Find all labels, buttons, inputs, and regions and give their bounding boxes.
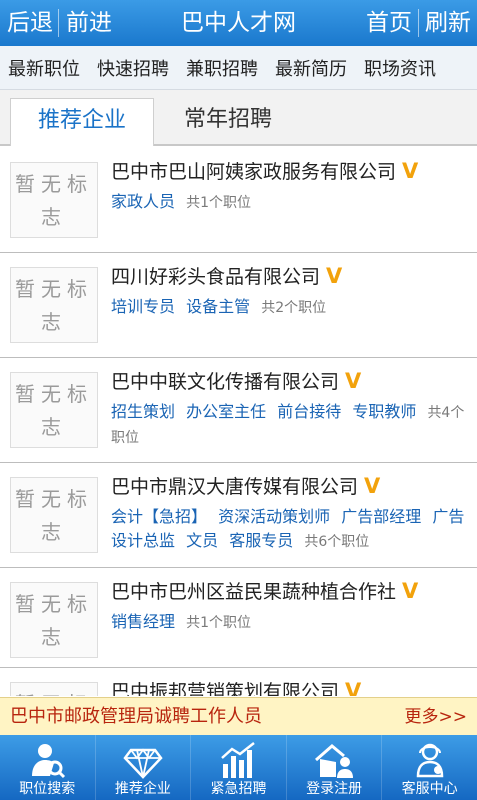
- job-link[interactable]: 客服专员: [229, 531, 293, 550]
- house-user-icon: [315, 744, 354, 778]
- top-bar: 后退 前进 巴中人才网 首页 刷新: [0, 0, 477, 46]
- job-link[interactable]: 设备主管: [186, 297, 250, 316]
- notice-bar[interactable]: 巴中市邮政管理局诚聘工作人员 更多>>: [0, 697, 477, 735]
- company-item[interactable]: 暂无标志 巴中市巴山阿姨家政服务有限公司 V 家政人员 共1个职位: [0, 148, 477, 253]
- job-link[interactable]: 家政人员: [111, 192, 175, 211]
- job-link[interactable]: 培训专员: [111, 297, 175, 316]
- job-link[interactable]: 前台接待: [277, 402, 341, 421]
- person-search-icon: [32, 744, 66, 779]
- bottom-nav-service[interactable]: 客服中心: [382, 735, 477, 800]
- verified-badge-icon: V: [345, 369, 362, 393]
- nav-career-news[interactable]: 职场资讯: [364, 55, 436, 81]
- job-count: 共6个职位: [304, 534, 370, 550]
- company-item[interactable]: 暂无标志 巴中市鼎汉大唐传媒有限公司 V 会计【急招】 资深活动策划师 广告部经理…: [0, 463, 477, 568]
- bottom-nav: 职位搜索 推荐企业 紧急招聘 登录注册 客服中心: [0, 735, 477, 800]
- logo-placeholder: 暂无标志: [10, 162, 98, 238]
- logo-placeholder: 暂无标志: [10, 477, 98, 553]
- nav-latest-jobs[interactable]: 最新职位: [8, 55, 80, 81]
- job-link[interactable]: 销售经理: [111, 612, 175, 631]
- company-item[interactable]: 暂无标志 巴中振邦营销策划有限公司 V: [0, 668, 477, 696]
- job-link[interactable]: 招生策划: [111, 402, 175, 421]
- divider: [58, 9, 59, 37]
- job-link[interactable]: 广告部经理: [341, 507, 421, 526]
- company-name[interactable]: 巴中市巴山阿姨家政服务有限公司: [111, 161, 396, 183]
- bottom-nav-login[interactable]: 登录注册: [287, 735, 383, 800]
- refresh-button[interactable]: 刷新: [425, 0, 471, 46]
- tab-bar: 推荐企业 常年招聘: [0, 90, 477, 146]
- logo-placeholder: 暂无标志: [10, 582, 98, 658]
- verified-badge-icon: V: [364, 474, 381, 498]
- home-button[interactable]: 首页: [366, 0, 412, 46]
- company-item[interactable]: 暂无标志 巴中中联文化传播有限公司 V 招生策划 办公室主任 前台接待 专职教师 …: [0, 358, 477, 463]
- company-name[interactable]: 巴中振邦营销策划有限公司: [111, 681, 339, 696]
- nav-part-time[interactable]: 兼职招聘: [186, 55, 258, 81]
- category-nav: 最新职位 快速招聘 兼职招聘 最新简历 职场资讯: [0, 46, 477, 90]
- job-count: 共1个职位: [186, 195, 252, 211]
- bottom-nav-label: 推荐企业: [114, 781, 171, 797]
- company-name[interactable]: 巴中市鼎汉大唐传媒有限公司: [111, 476, 358, 498]
- bottom-nav-label: 登录注册: [306, 781, 363, 797]
- nav-latest-resumes[interactable]: 最新简历: [275, 55, 347, 81]
- back-button[interactable]: 后退: [7, 0, 53, 46]
- company-name[interactable]: 巴中市巴州区益民果蔬种植合作社: [111, 581, 396, 603]
- verified-badge-icon: V: [402, 579, 419, 603]
- forward-button[interactable]: 前进: [66, 0, 112, 46]
- job-link[interactable]: 会计【急招】: [111, 507, 207, 526]
- company-item[interactable]: 暂无标志 四川好彩头食品有限公司 V 培训专员 设备主管 共2个职位: [0, 253, 477, 358]
- logo-placeholder: 暂无标志: [10, 267, 98, 343]
- verified-badge-icon: V: [402, 159, 419, 183]
- service-icon: [416, 743, 443, 778]
- logo-placeholder: 暂无标志: [10, 682, 98, 696]
- nav-quick-hiring[interactable]: 快速招聘: [97, 55, 169, 81]
- verified-badge-icon: V: [345, 679, 362, 696]
- verified-badge-icon: V: [326, 264, 343, 288]
- bottom-nav-label: 客服中心: [401, 781, 458, 797]
- logo-placeholder: 暂无标志: [10, 372, 98, 448]
- tab-year-round[interactable]: 常年招聘: [156, 98, 300, 146]
- job-link[interactable]: 文员: [186, 531, 218, 550]
- job-link[interactable]: 办公室主任: [186, 402, 266, 421]
- tab-recommended[interactable]: 推荐企业: [10, 98, 154, 146]
- divider: [418, 9, 419, 37]
- company-name[interactable]: 巴中中联文化传播有限公司: [111, 371, 339, 393]
- job-link[interactable]: 专职教师: [352, 402, 416, 421]
- company-name[interactable]: 四川好彩头食品有限公司: [111, 266, 320, 288]
- company-list: 暂无标志 巴中市巴山阿姨家政服务有限公司 V 家政人员 共1个职位 暂无标志 四川…: [0, 148, 477, 696]
- bottom-nav-recommended[interactable]: 推荐企业: [96, 735, 192, 800]
- bottom-nav-label: 紧急招聘: [210, 781, 267, 797]
- more-link[interactable]: 更多>>: [405, 698, 468, 736]
- notice-text[interactable]: 巴中市邮政管理局诚聘工作人员: [10, 698, 262, 736]
- job-count: 共2个职位: [261, 300, 327, 316]
- bottom-nav-job-search[interactable]: 职位搜索: [0, 735, 96, 800]
- bar-chart-icon: [221, 742, 256, 778]
- job-link[interactable]: 资深活动策划师: [218, 507, 330, 526]
- bottom-nav-label: 职位搜索: [19, 781, 76, 797]
- job-count: 共1个职位: [186, 615, 252, 631]
- bottom-nav-urgent[interactable]: 紧急招聘: [191, 735, 287, 800]
- diamond-icon: [123, 748, 163, 779]
- company-item[interactable]: 暂无标志 巴中市巴州区益民果蔬种植合作社 V 销售经理 共1个职位: [0, 568, 477, 668]
